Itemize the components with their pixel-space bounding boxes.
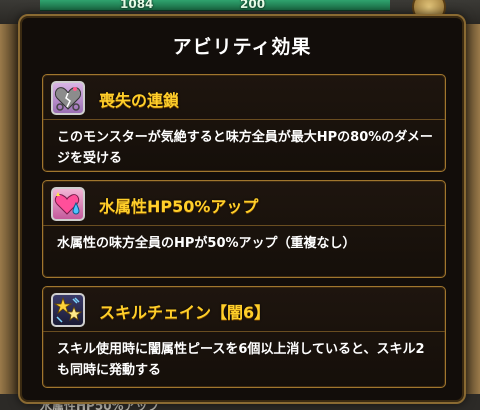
ability-description: スキル使用時に闇属性ピースを6個以上消していると、スキル2も同時に発動する — [57, 342, 425, 378]
ability-card-skill-chain: スキルチェイン【闇6】 スキル使用時に闇属性ピースを6個以上消していると、スキル… — [42, 286, 446, 388]
star-chain-icon — [51, 293, 85, 327]
frame-left — [0, 24, 18, 404]
hp-bar — [40, 0, 390, 11]
ability-card-header: 喪失の連鎖 — [43, 75, 445, 120]
ability-effect-dialog[interactable]: アビリティ効果 喪失の連鎖 このモンスターが気絶すると味方全員が最大HPの80%… — [18, 14, 466, 404]
dialog-title: アビリティ効果 — [172, 36, 312, 58]
ability-name: スキルチェイン【闇6】 — [99, 303, 271, 322]
ability-card-header: スキルチェイン【闇6】 — [43, 287, 445, 332]
ability-card-header: 水属性HP50%アップ — [43, 181, 445, 226]
ability-name: 水属性HP50%アップ — [99, 197, 259, 216]
hp-value-left: 1084 — [120, 0, 154, 11]
ability-name: 喪失の連鎖 — [99, 91, 180, 110]
ability-card-loss-chain: 喪失の連鎖 このモンスターが気絶すると味方全員が最大HPの80%のダメージを受け… — [42, 74, 446, 172]
ability-description: このモンスターが気絶すると味方全員が最大HPの80%のダメージを受ける — [57, 130, 433, 166]
heart-water-drop-icon — [51, 187, 85, 221]
broken-heart-chain-icon — [51, 81, 85, 115]
game-screen: 1084 200 水属性HP50%アップ アビリティ効果 喪失の連鎖 このモンス… — [0, 0, 480, 410]
ability-description: 水属性の味方全員のHPが50%アップ（重複なし） — [57, 236, 356, 251]
hp-value-right: 200 — [240, 0, 266, 11]
ability-card-water-hp: 水属性HP50%アップ 水属性の味方全員のHPが50%アップ（重複なし） — [42, 180, 446, 278]
